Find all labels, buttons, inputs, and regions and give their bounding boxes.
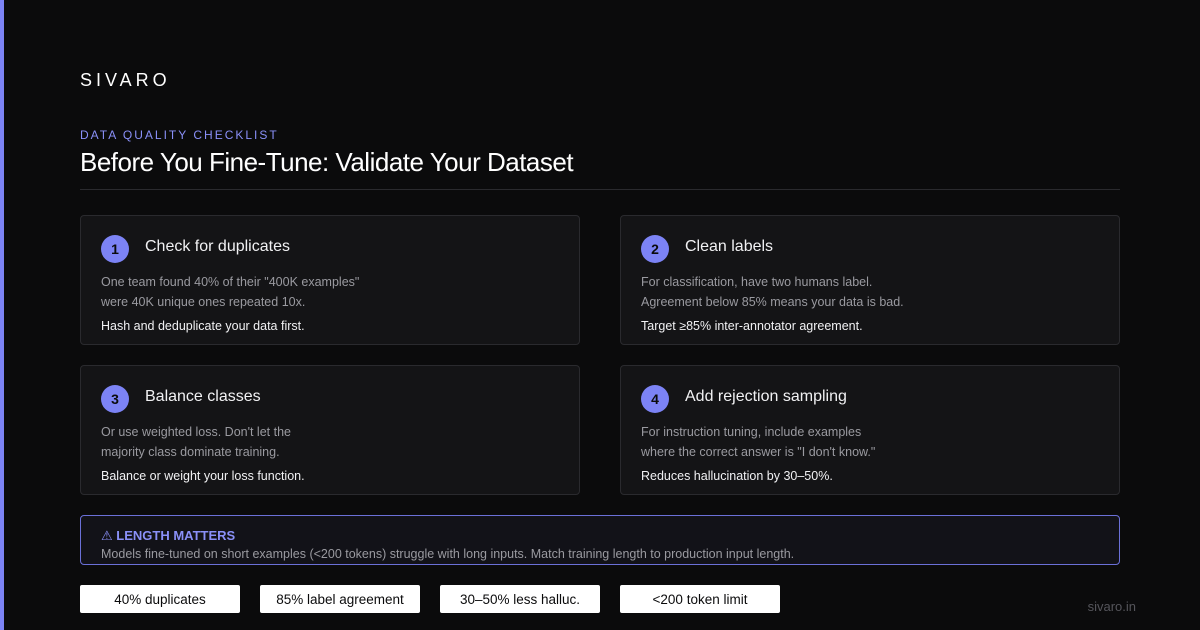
- checklist-card-duplicates: 1 Check for duplicates One team found 40…: [80, 215, 580, 345]
- card-action: Balance or weight your loss function.: [101, 469, 305, 483]
- card-description-line: For instruction tuning, include examples: [641, 425, 862, 439]
- card-description: One team found 40% of their "400K exampl…: [101, 272, 359, 312]
- card-description-line: One team found 40% of their "400K exampl…: [101, 275, 360, 289]
- card-action: Reduces hallucination by 30–50%.: [641, 469, 833, 483]
- step-number-badge: 4: [641, 385, 669, 413]
- step-number-badge: 3: [101, 385, 129, 413]
- card-action: Target ≥85% inter-annotator agreement.: [641, 319, 863, 333]
- card-description-line: Or use weighted loss. Don't let the: [101, 425, 291, 439]
- stat-pill-token-limit: <200 token limit: [620, 585, 780, 613]
- page-title: Before You Fine-Tune: Validate Your Data…: [80, 147, 574, 177]
- left-accent-bar: [0, 0, 4, 630]
- brand-logo: SIVARO: [80, 70, 171, 90]
- card-description: For instruction tuning, include examples…: [641, 422, 875, 462]
- card-description-line: For classification, have two humans labe…: [641, 275, 873, 289]
- stat-pill-duplicates: 40% duplicates: [80, 585, 240, 613]
- step-number-badge: 2: [641, 235, 669, 263]
- card-title: Clean labels: [685, 238, 774, 255]
- checklist-card-labels: 2 Clean labels For classification, have …: [620, 215, 1120, 345]
- checklist-card-rejection-sampling: 4 Add rejection sampling For instruction…: [620, 365, 1120, 495]
- card-description-line: majority class dominate training.: [101, 445, 280, 459]
- callout-text: Models fine-tuned on short examples (<20…: [101, 547, 795, 561]
- card-title: Balance classes: [145, 388, 261, 405]
- title-divider: [80, 189, 1120, 190]
- checklist-card-classes: 3 Balance classes Or use weighted loss. …: [80, 365, 580, 495]
- footer-url: sivaro.in: [1087, 599, 1136, 614]
- stat-pill-hallucination: 30–50% less halluc.: [440, 585, 600, 613]
- section-eyebrow: DATA QUALITY CHECKLIST: [80, 128, 279, 142]
- card-description: For classification, have two humans labe…: [641, 272, 904, 312]
- length-warning-callout: ⚠ LENGTH MATTERS Models fine-tuned on sh…: [80, 515, 1120, 565]
- stat-pill-label-agreement: 85% label agreement: [260, 585, 420, 613]
- card-description-line: were 40K unique ones repeated 10x.: [101, 295, 306, 309]
- card-title: Check for duplicates: [145, 238, 290, 255]
- card-description: Or use weighted loss. Don't let the majo…: [101, 422, 291, 462]
- step-number-badge: 1: [101, 235, 129, 263]
- callout-title: ⚠ LENGTH MATTERS: [101, 528, 236, 543]
- card-description-line: Agreement below 85% means your data is b…: [641, 295, 904, 309]
- card-title: Add rejection sampling: [685, 388, 847, 405]
- card-action: Hash and deduplicate your data first.: [101, 319, 305, 333]
- card-description-line: where the correct answer is "I don't kno…: [641, 445, 876, 459]
